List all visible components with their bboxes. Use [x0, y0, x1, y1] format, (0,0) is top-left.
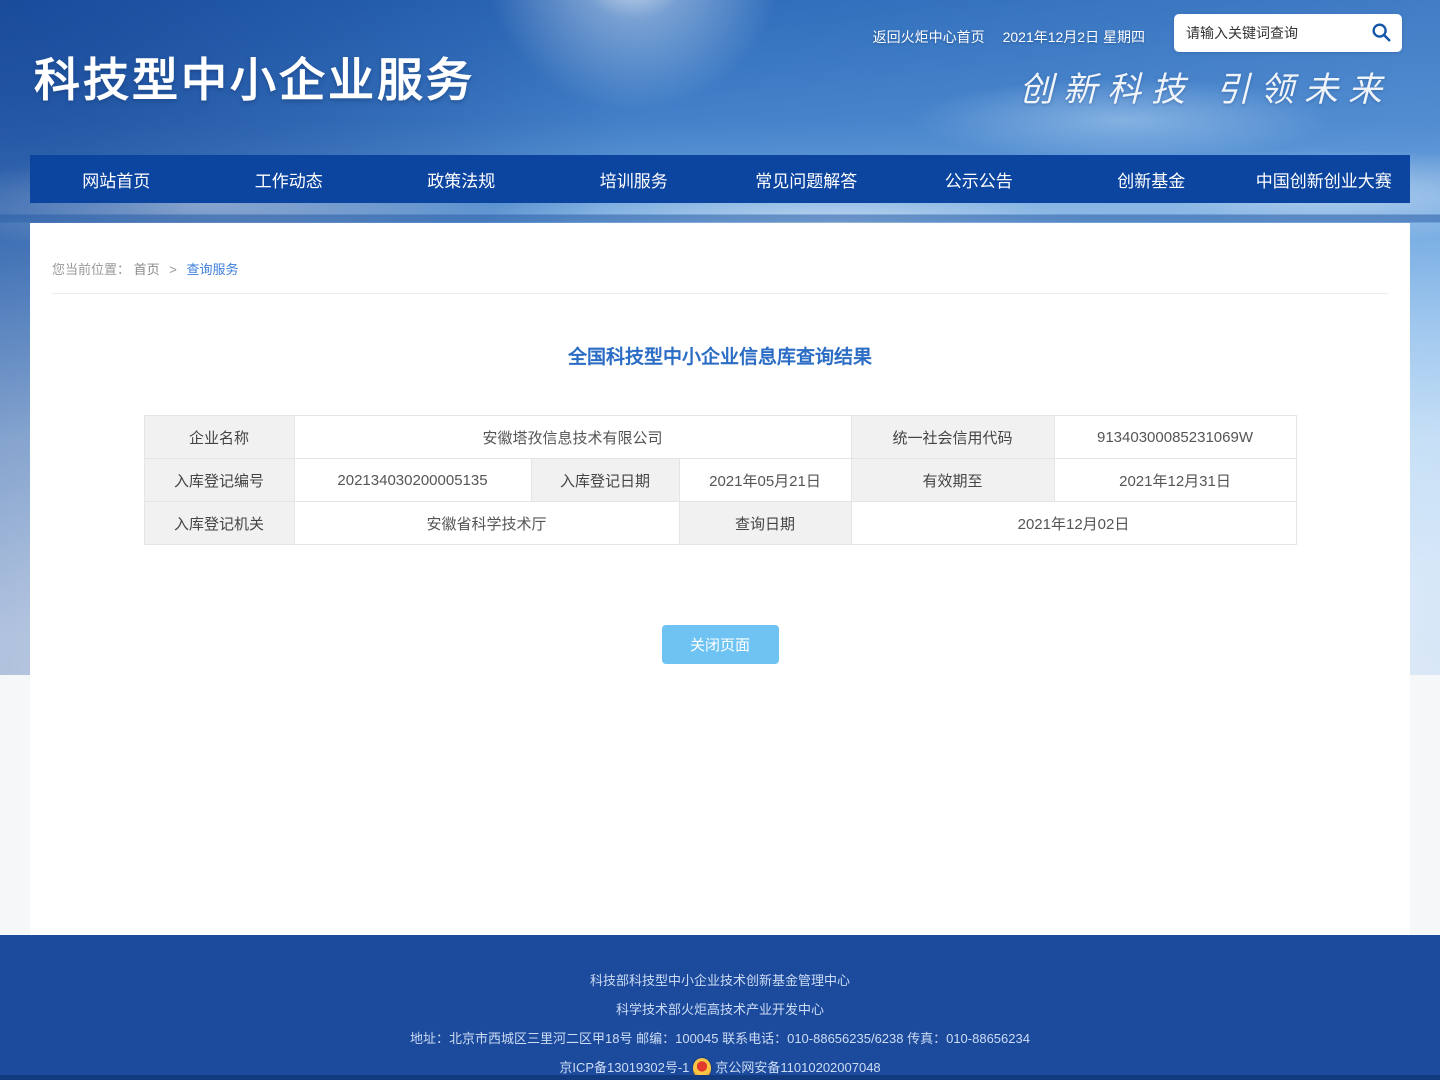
- site-title: 科技型中小企业服务: [34, 44, 475, 110]
- table-row: 企业名称 安徽塔孜信息技术有限公司 统一社会信用代码 9134030008523…: [144, 416, 1296, 459]
- label-registration-authority: 入库登记机关: [144, 502, 294, 545]
- nav-item-faq[interactable]: 常见问题解答: [720, 155, 893, 203]
- breadcrumb-current-link[interactable]: 查询服务: [187, 262, 239, 277]
- close-page-button[interactable]: 关闭页面: [662, 625, 779, 664]
- nav-item-policies[interactable]: 政策法规: [375, 155, 548, 203]
- nav-item-work-news[interactable]: 工作动态: [203, 155, 376, 203]
- nav-item-innovation-contest[interactable]: 中国创新创业大赛: [1238, 155, 1411, 203]
- page-title: 全国科技型中小企业信息库查询结果: [30, 342, 1410, 369]
- page: 科技型中小企业服务 创新科技 引领未来 返回火炬中心首页 2021年12月2日 …: [0, 0, 1440, 1080]
- table-row: 入库登记编号 202134030200005135 入库登记日期 2021年05…: [144, 459, 1296, 502]
- search-input[interactable]: [1186, 25, 1368, 41]
- label-query-date: 查询日期: [679, 502, 851, 545]
- value-registration-authority: 安徽省科学技术厅: [294, 502, 679, 545]
- header-slogan: 创新科技 引领未来: [1019, 62, 1392, 111]
- label-registration-date: 入库登记日期: [531, 459, 679, 502]
- search-button[interactable]: [1368, 20, 1394, 46]
- value-registration-number: 202134030200005135: [294, 459, 531, 502]
- value-valid-until: 2021年12月31日: [1054, 459, 1296, 502]
- footer-content: 科技部科技型中小企业技术创新基金管理中心 科学技术部火炬高技术产业开发中心 地址…: [0, 935, 1440, 1080]
- value-company-name: 安徽塔孜信息技术有限公司: [294, 416, 851, 459]
- nav-item-home[interactable]: 网站首页: [30, 155, 203, 203]
- main-nav: 网站首页 工作动态 政策法规 培训服务 常见问题解答 公示公告 创新基金 中国创…: [30, 155, 1410, 203]
- label-valid-until: 有效期至: [851, 459, 1054, 502]
- value-registration-date: 2021年05月21日: [679, 459, 851, 502]
- value-query-date: 2021年12月02日: [851, 502, 1296, 545]
- label-credit-code: 统一社会信用代码: [851, 416, 1054, 459]
- nav-item-innovation-fund[interactable]: 创新基金: [1065, 155, 1238, 203]
- current-date: 2021年12月2日 星期四: [1003, 27, 1145, 47]
- top-links: 返回火炬中心首页 2021年12月2日 星期四: [873, 27, 1145, 47]
- breadcrumb: 您当前位置： 首页 > 查询服务: [52, 223, 1388, 294]
- breadcrumb-home-link[interactable]: 首页: [134, 262, 160, 277]
- content-panel: 您当前位置： 首页 > 查询服务 全国科技型中小企业信息库查询结果 企业名称 安…: [30, 223, 1410, 935]
- label-registration-number: 入库登记编号: [144, 459, 294, 502]
- return-torch-home-link[interactable]: 返回火炬中心首页: [873, 27, 985, 47]
- table-row: 入库登记机关 安徽省科学技术厅 查询日期 2021年12月02日: [144, 502, 1296, 545]
- header: 科技型中小企业服务 创新科技 引领未来 返回火炬中心首页 2021年12月2日 …: [0, 0, 1440, 155]
- footer-org-line-1: 科技部科技型中小企业技术创新基金管理中心: [0, 966, 1440, 995]
- footer-bottom-strip: [0, 1075, 1440, 1080]
- breadcrumb-separator: >: [169, 262, 177, 277]
- value-credit-code: 91340300085231069W: [1054, 416, 1296, 459]
- nav-item-training[interactable]: 培训服务: [548, 155, 721, 203]
- search-icon: [1370, 21, 1392, 46]
- query-result-table: 企业名称 安徽塔孜信息技术有限公司 统一社会信用代码 9134030008523…: [144, 415, 1297, 545]
- nav-item-announcements[interactable]: 公示公告: [893, 155, 1066, 203]
- footer: 科技部科技型中小企业技术创新基金管理中心 科学技术部火炬高技术产业开发中心 地址…: [0, 935, 1440, 1080]
- footer-org-line-2: 科学技术部火炬高技术产业开发中心: [0, 995, 1440, 1024]
- search-box: [1174, 14, 1402, 52]
- footer-address-line: 地址：北京市西城区三里河二区甲18号 邮编：100045 联系电话：010-88…: [0, 1024, 1440, 1053]
- label-company-name: 企业名称: [144, 416, 294, 459]
- breadcrumb-prefix: 您当前位置：: [52, 262, 130, 277]
